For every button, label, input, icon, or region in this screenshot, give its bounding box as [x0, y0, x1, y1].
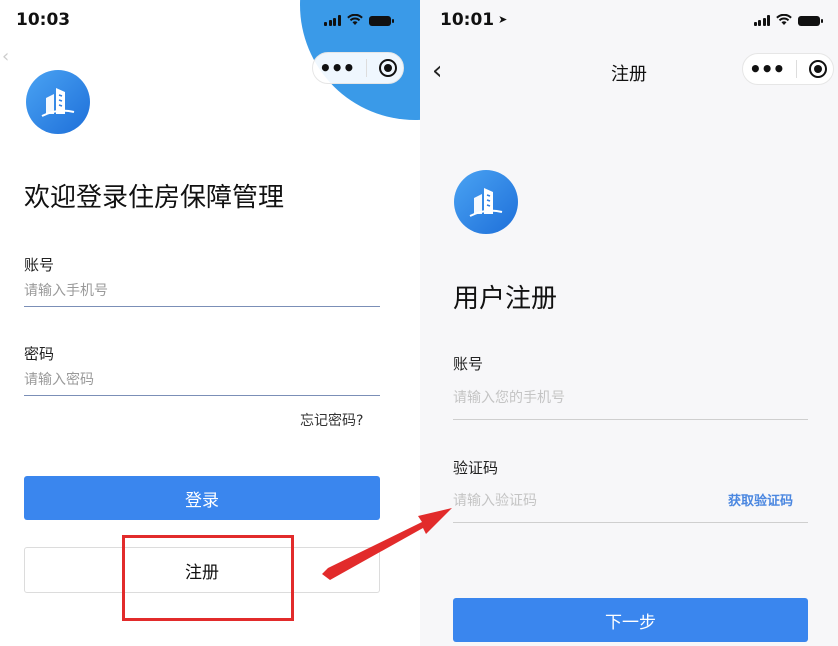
annotation-arrow — [322, 508, 452, 580]
